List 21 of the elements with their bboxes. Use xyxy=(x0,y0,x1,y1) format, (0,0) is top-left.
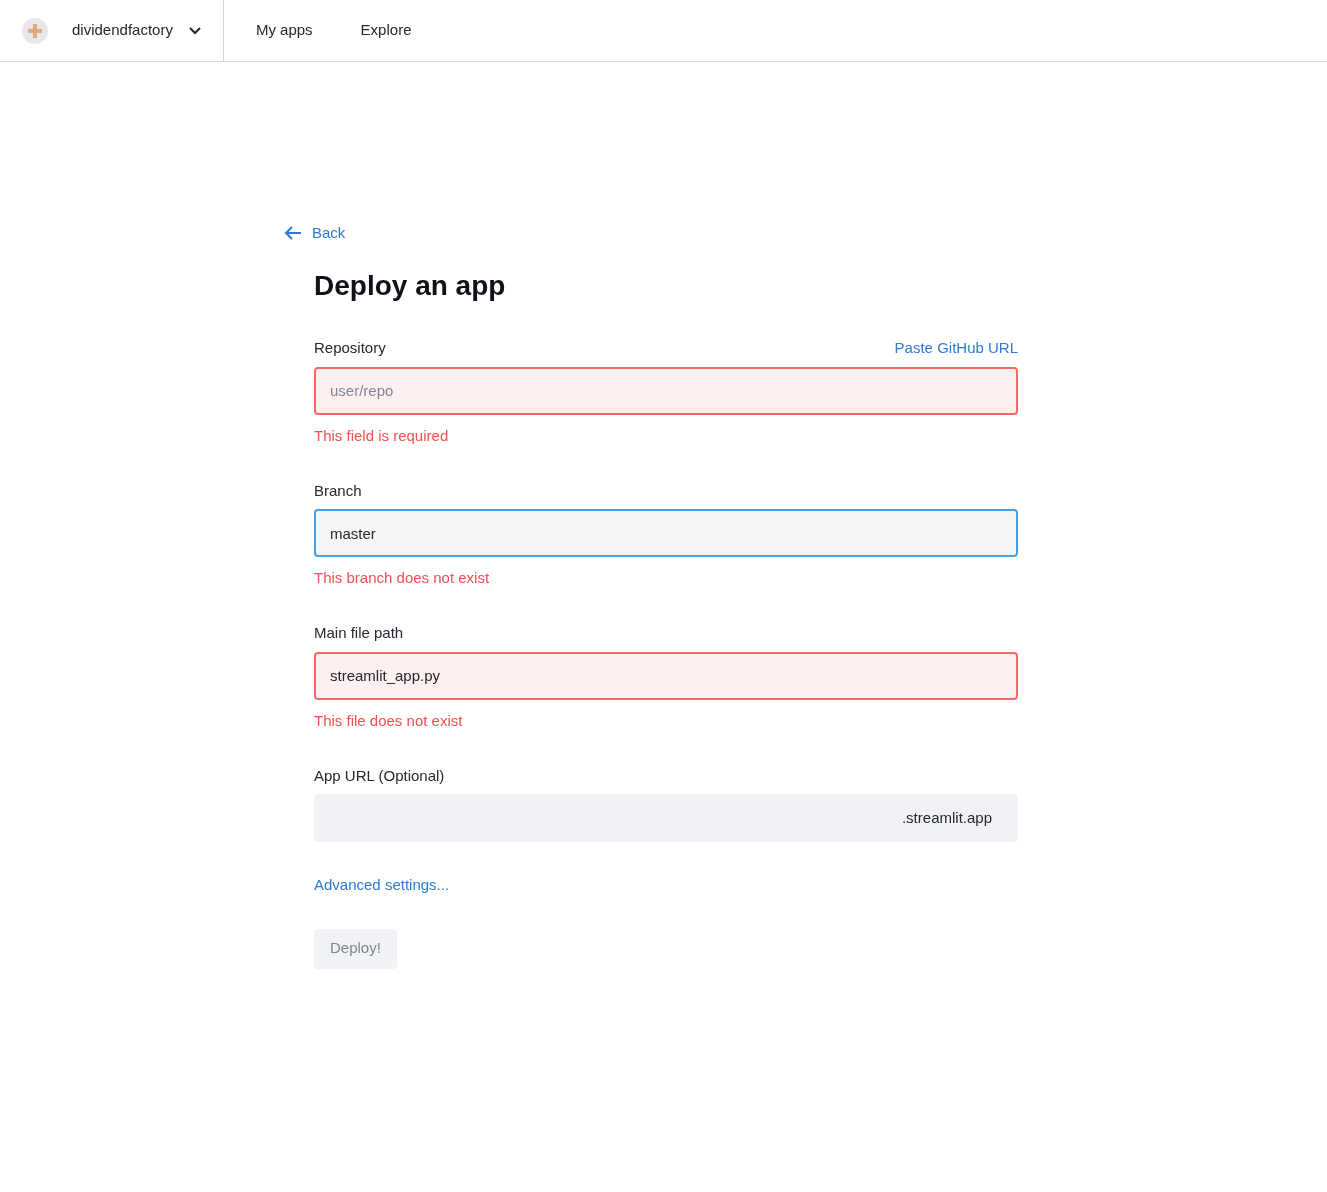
account-name[interactable]: dividendfactory xyxy=(72,19,173,42)
page-title: Deploy an app xyxy=(314,268,507,303)
field-label: Main file path xyxy=(314,623,404,644)
input-field[interactable]: master xyxy=(314,509,1018,557)
arrow-left-icon xyxy=(284,225,302,242)
input-field[interactable]: user/repo xyxy=(314,366,1018,415)
nav-link[interactable]: Explore xyxy=(360,19,412,42)
url-suffix: .streamlit.app xyxy=(901,807,993,828)
nav-link[interactable]: My apps xyxy=(255,19,313,42)
input-field[interactable]: streamlit_app.py xyxy=(314,651,1018,700)
error-message: This field is required xyxy=(314,425,450,446)
advanced-settings-link[interactable]: Advanced settings... xyxy=(314,874,450,897)
back-link[interactable]: Back xyxy=(284,222,346,245)
field-label: Branch xyxy=(314,480,362,501)
field-label: App URL (Optional) xyxy=(314,765,445,786)
field-label: Repository xyxy=(314,338,386,359)
error-message: This file does not exist xyxy=(314,710,464,731)
paste-url-link[interactable]: Paste GitHub URL xyxy=(894,337,1018,360)
input-field[interactable]: .streamlit.app xyxy=(314,794,1018,842)
chevron-down-icon[interactable] xyxy=(188,26,201,35)
error-message: This branch does not exist xyxy=(314,568,491,588)
